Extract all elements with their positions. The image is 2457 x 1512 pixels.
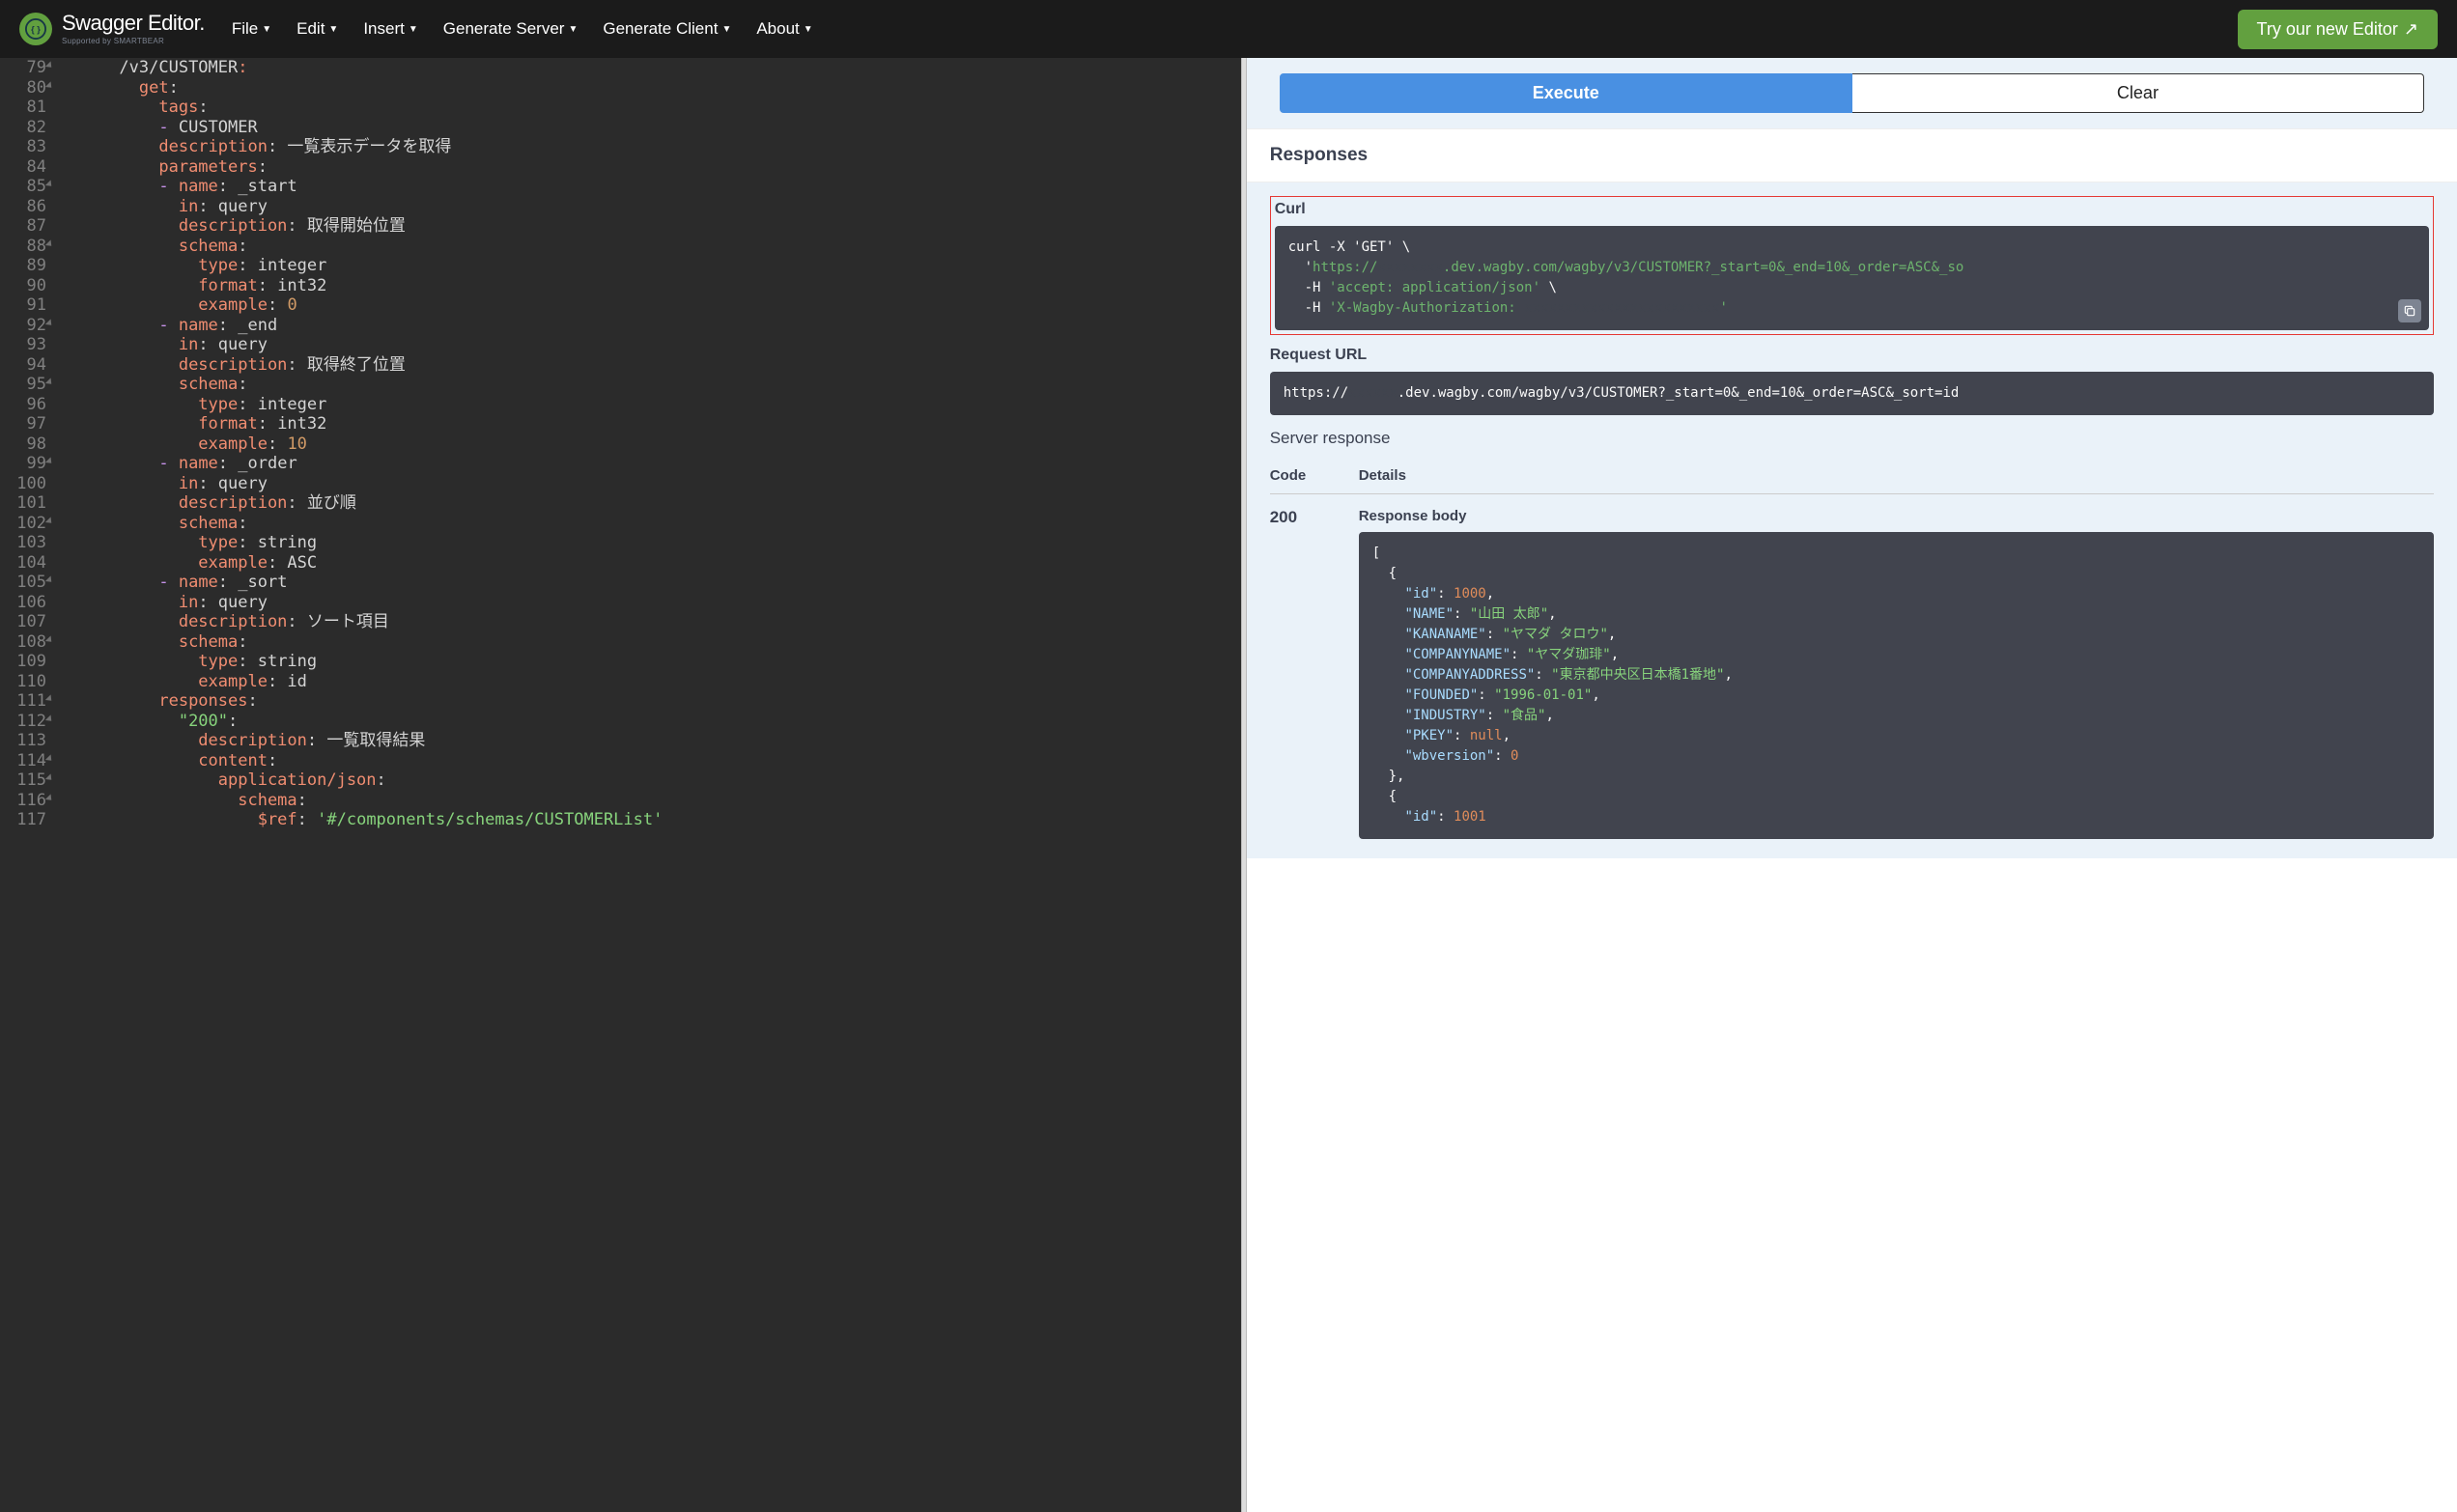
col-code: Code [1270, 467, 1359, 484]
curl-label: Curl [1275, 201, 2429, 218]
code-content[interactable]: /v3/CUSTOMER: get: tags: - CUSTOMER desc… [56, 58, 1241, 1512]
menu-generate-server[interactable]: Generate Server ▼ [443, 19, 579, 39]
svg-text:{ }: { } [31, 25, 41, 35]
response-body-label: Response body [1359, 508, 2434, 524]
execute-button[interactable]: Execute [1280, 73, 1852, 113]
main-menu: File ▼ Edit ▼ Insert ▼ Generate Server ▼ Gen… [232, 19, 813, 39]
swagger-logo-icon: { } [19, 13, 52, 45]
chevron-down-icon: ▼ [568, 24, 578, 35]
col-details: Details [1359, 467, 2434, 484]
copy-icon[interactable] [2398, 299, 2421, 322]
chevron-down-icon: ▼ [409, 24, 418, 35]
menu-file[interactable]: File ▼ [232, 19, 271, 39]
responses-header: Responses [1247, 128, 2457, 182]
chevron-down-icon: ▼ [721, 24, 731, 35]
menu-about[interactable]: About ▼ [756, 19, 812, 39]
request-url[interactable]: https://xxxxxx.dev.wagby.com/wagby/v3/CU… [1270, 372, 2434, 415]
menu-generate-client[interactable]: Generate Client ▼ [603, 19, 731, 39]
try-new-editor-button[interactable]: Try our new Editor ↗ [2238, 10, 2438, 49]
line-gutter: 7980818283848586878889909192939495969798… [0, 58, 56, 1512]
chevron-down-icon: ▼ [328, 24, 338, 35]
logo-subtitle: Supported by SMARTBEAR [62, 38, 205, 45]
clear-button[interactable]: Clear [1852, 73, 2424, 113]
external-link-icon: ↗ [2404, 19, 2418, 40]
menu-insert[interactable]: Insert ▼ [363, 19, 417, 39]
swagger-ui-pane[interactable]: Execute Clear Responses Curl curl -X 'GE… [1247, 58, 2457, 1512]
cta-label: Try our new Editor [2257, 19, 2398, 40]
curl-command[interactable]: curl -X 'GET' \ 'https://xxxxxxxx.dev.wa… [1275, 226, 2429, 330]
yaml-editor[interactable]: 7980818283848586878889909192939495969798… [0, 58, 1241, 1512]
server-response-label: Server response [1270, 429, 2434, 448]
chevron-down-icon: ▼ [262, 24, 271, 35]
top-bar: { } Swagger Editor. Supported by SMARTBE… [0, 0, 2457, 58]
request-url-label: Request URL [1270, 347, 2434, 364]
chevron-down-icon: ▼ [804, 24, 813, 35]
status-code: 200 [1270, 508, 1359, 839]
logo-title: Swagger Editor. [62, 13, 205, 34]
curl-highlight-box: Curl curl -X 'GET' \ 'https://xxxxxxxx.d… [1270, 196, 2434, 335]
response-body[interactable]: [ { "id": 1000, "NAME": "山田 太郎", "KANANA… [1359, 532, 2434, 839]
menu-edit[interactable]: Edit ▼ [297, 19, 338, 39]
logo[interactable]: { } Swagger Editor. Supported by SMARTBE… [19, 13, 205, 45]
